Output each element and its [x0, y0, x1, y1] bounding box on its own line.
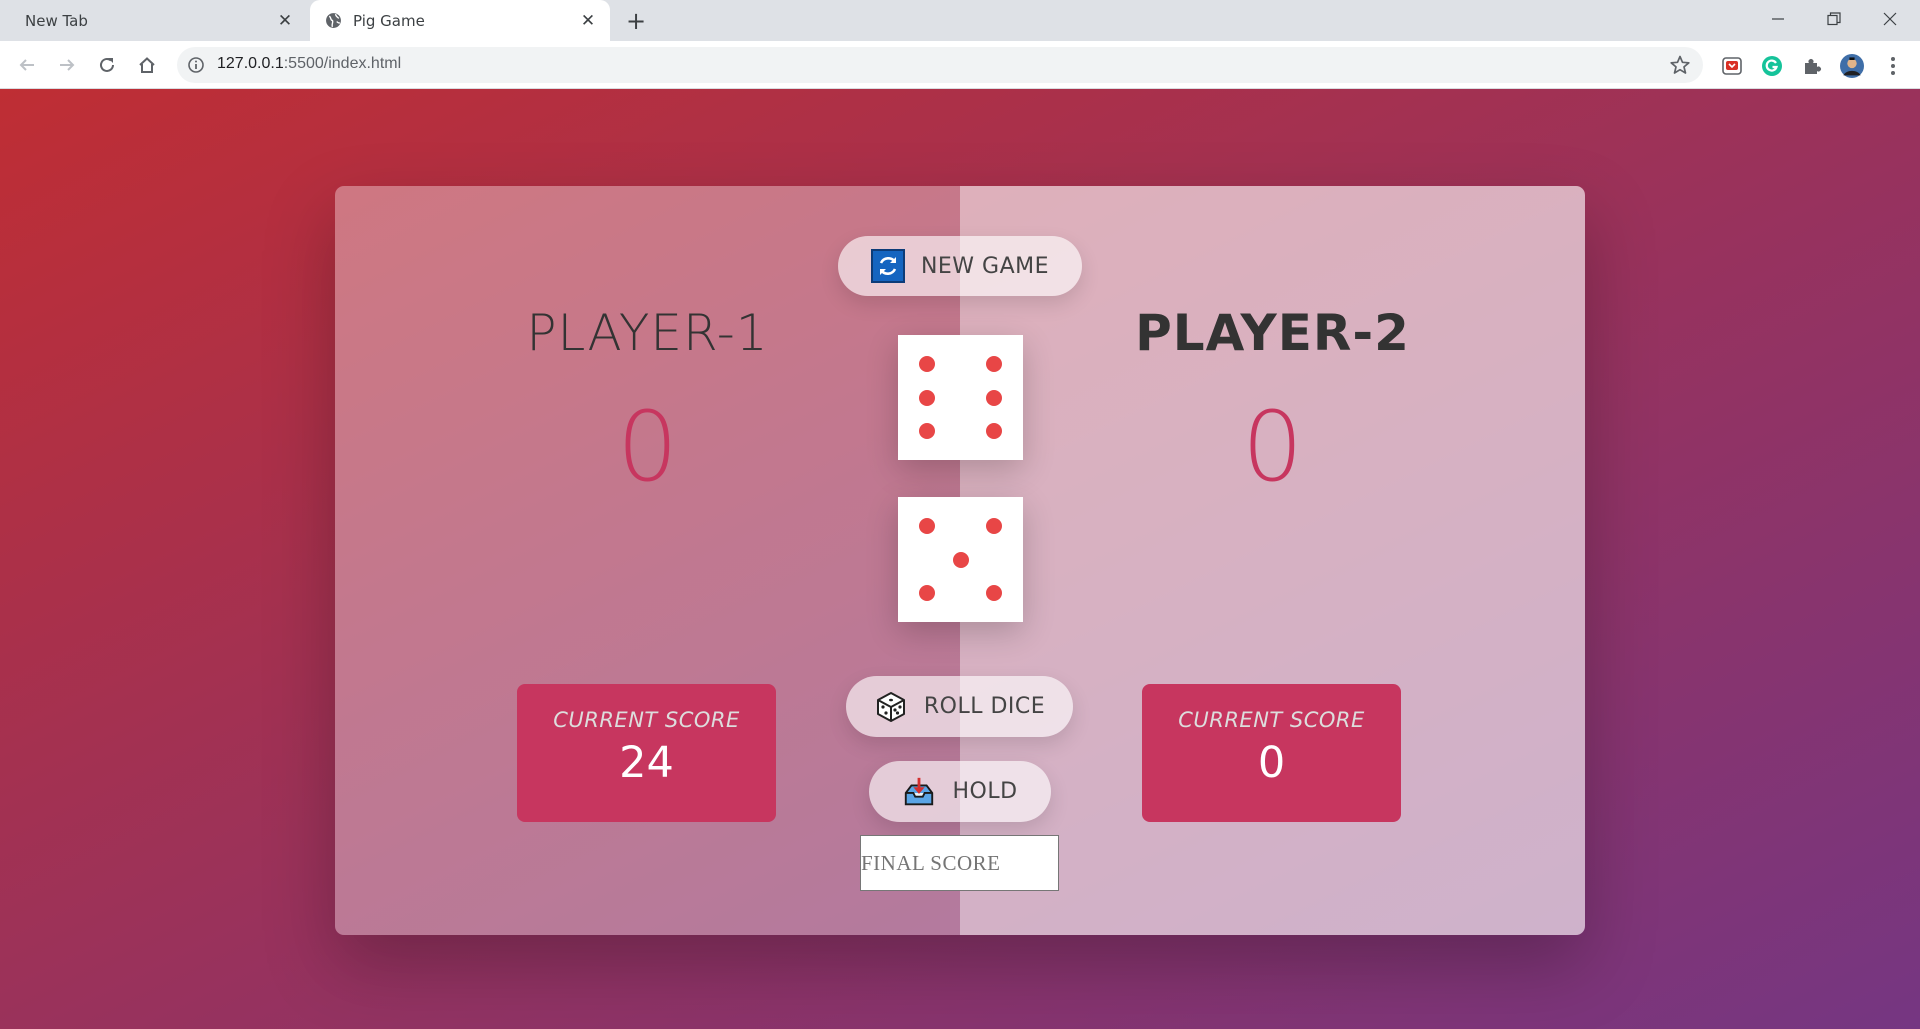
dice-2 — [898, 497, 1023, 622]
game-board: PLAYER-1 0 CURRENT SCORE 24 PLAYER-2 0 C… — [335, 186, 1585, 935]
tab-strip: New Tab ✕ Pig Game ✕ + — [0, 0, 1920, 41]
current-score-label: CURRENT SCORE — [553, 708, 740, 732]
close-icon[interactable]: ✕ — [578, 11, 598, 31]
dice-pip — [986, 355, 1003, 372]
globe-icon — [326, 13, 341, 28]
player-1-name: PLAYER-1 — [526, 304, 769, 362]
url-text[interactable]: 127.0.0.1:5500/index.html — [217, 55, 401, 73]
roll-dice-label: ROLL DICE — [923, 694, 1046, 719]
roll-dice-button[interactable]: ROLL DICE — [846, 676, 1073, 737]
browser-toolbar: 127.0.0.1:5500/index.html — [0, 41, 1920, 89]
new-game-label: NEW GAME — [920, 253, 1050, 279]
home-icon[interactable] — [132, 50, 162, 80]
player-1-current-box: CURRENT SCORE 24 — [517, 684, 776, 822]
page-viewport: PLAYER-1 0 CURRENT SCORE 24 PLAYER-2 0 C… — [0, 89, 1920, 1029]
player-2-current-box: CURRENT SCORE 0 — [1142, 684, 1401, 822]
avatar[interactable] — [1840, 54, 1864, 78]
hold-button[interactable]: HOLD — [869, 761, 1051, 822]
minimize-icon[interactable] — [1750, 0, 1806, 38]
extensions-puzzle-icon[interactable] — [1800, 54, 1824, 78]
tab-new-tab[interactable]: New Tab ✕ — [0, 0, 307, 41]
player-2-name: PLAYER-2 — [1135, 304, 1410, 362]
restore-icon[interactable] — [1806, 0, 1862, 38]
dice-icon — [874, 690, 908, 724]
new-game-button[interactable]: NEW GAME — [838, 236, 1082, 296]
pocket-extension-icon[interactable] — [1720, 54, 1744, 78]
dice-pip — [986, 585, 1003, 602]
player-1-current-score: 24 — [619, 738, 674, 788]
new-tab-button[interactable]: + — [622, 7, 650, 35]
refresh-icon — [870, 249, 905, 283]
reload-icon[interactable] — [92, 50, 122, 80]
final-score-input[interactable] — [860, 835, 1059, 891]
window-close-icon[interactable] — [1862, 0, 1918, 38]
dice-pip — [918, 355, 935, 372]
current-score-label: CURRENT SCORE — [1178, 708, 1365, 732]
dice-pip — [986, 389, 1003, 406]
player-2-current-score: 0 — [1257, 738, 1286, 788]
dice-1 — [898, 335, 1023, 460]
player-1-panel: PLAYER-1 0 CURRENT SCORE 24 — [335, 186, 960, 935]
player-2-score: 0 — [1241, 391, 1304, 503]
hold-label: HOLD — [952, 779, 1018, 804]
info-icon[interactable] — [187, 56, 205, 74]
dice-pip — [918, 423, 935, 440]
bookmark-star-icon[interactable] — [1669, 54, 1691, 76]
tab-title: New Tab — [25, 11, 88, 30]
dice-pip — [986, 517, 1003, 534]
address-bar[interactable]: 127.0.0.1:5500/index.html — [177, 47, 1703, 83]
dice-pip — [952, 551, 969, 568]
dice-pip — [986, 423, 1003, 440]
dice-pip — [918, 517, 935, 534]
dice-pip — [918, 389, 935, 406]
more-menu-icon[interactable] — [1881, 54, 1905, 78]
player-1-score: 0 — [616, 391, 679, 503]
tab-title: Pig Game — [353, 11, 425, 30]
forward-icon[interactable] — [52, 50, 82, 80]
back-icon[interactable] — [12, 50, 42, 80]
tab-pig-game[interactable]: Pig Game ✕ — [310, 0, 610, 41]
dice-pip — [918, 585, 935, 602]
grammarly-icon[interactable] — [1760, 54, 1784, 78]
close-icon[interactable]: ✕ — [275, 11, 295, 31]
inbox-tray-icon — [902, 775, 936, 809]
player-2-panel: PLAYER-2 0 CURRENT SCORE 0 — [960, 186, 1585, 935]
